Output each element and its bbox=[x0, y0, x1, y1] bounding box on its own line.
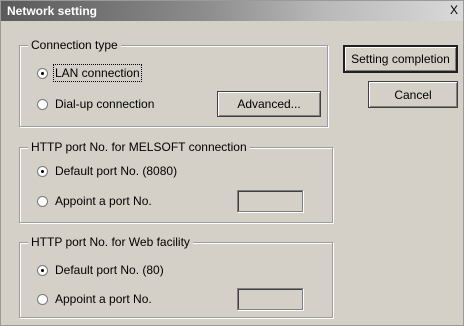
radio-unselected-icon bbox=[37, 293, 48, 305]
radio-selected-icon bbox=[37, 67, 48, 79]
melsoft-default-port-radio[interactable]: Default port No. (8080) bbox=[37, 164, 177, 178]
radio-unselected-icon bbox=[37, 98, 48, 110]
web-port-field[interactable] bbox=[237, 288, 303, 310]
radio-selected-icon bbox=[37, 264, 48, 276]
cancel-button[interactable]: Cancel bbox=[368, 81, 458, 108]
web-default-port-label: Default port No. (80) bbox=[55, 263, 164, 277]
close-button[interactable]: X bbox=[447, 3, 461, 18]
network-setting-dialog: Network setting X Connection type LAN co… bbox=[0, 0, 464, 326]
advanced-button[interactable]: Advanced... bbox=[217, 91, 321, 117]
lan-connection-label: LAN connection bbox=[53, 64, 142, 82]
connection-type-legend: Connection type bbox=[28, 38, 121, 52]
dialup-connection-radio[interactable]: Dial-up connection bbox=[37, 97, 154, 111]
web-appoint-port-radio[interactable]: Appoint a port No. bbox=[37, 292, 152, 306]
web-default-port-radio[interactable]: Default port No. (80) bbox=[37, 263, 164, 277]
setting-completion-button[interactable]: Setting completion bbox=[343, 45, 458, 73]
melsoft-port-field[interactable] bbox=[237, 190, 303, 212]
web-port-legend: HTTP port No. for Web facility bbox=[28, 235, 193, 249]
melsoft-appoint-port-radio[interactable]: Appoint a port No. bbox=[37, 194, 152, 208]
lan-connection-radio[interactable]: LAN connection bbox=[37, 64, 142, 82]
melsoft-default-port-label: Default port No. (8080) bbox=[55, 164, 178, 178]
title-bar[interactable]: Network setting X bbox=[1, 1, 463, 21]
dialup-connection-label: Dial-up connection bbox=[55, 97, 155, 111]
radio-selected-icon bbox=[37, 165, 48, 177]
melsoft-appoint-port-label: Appoint a port No. bbox=[55, 194, 152, 208]
web-appoint-port-label: Appoint a port No. bbox=[55, 292, 152, 306]
melsoft-port-legend: HTTP port No. for MELSOFT connection bbox=[28, 140, 250, 154]
window-title: Network setting bbox=[7, 4, 98, 18]
radio-unselected-icon bbox=[37, 195, 48, 207]
